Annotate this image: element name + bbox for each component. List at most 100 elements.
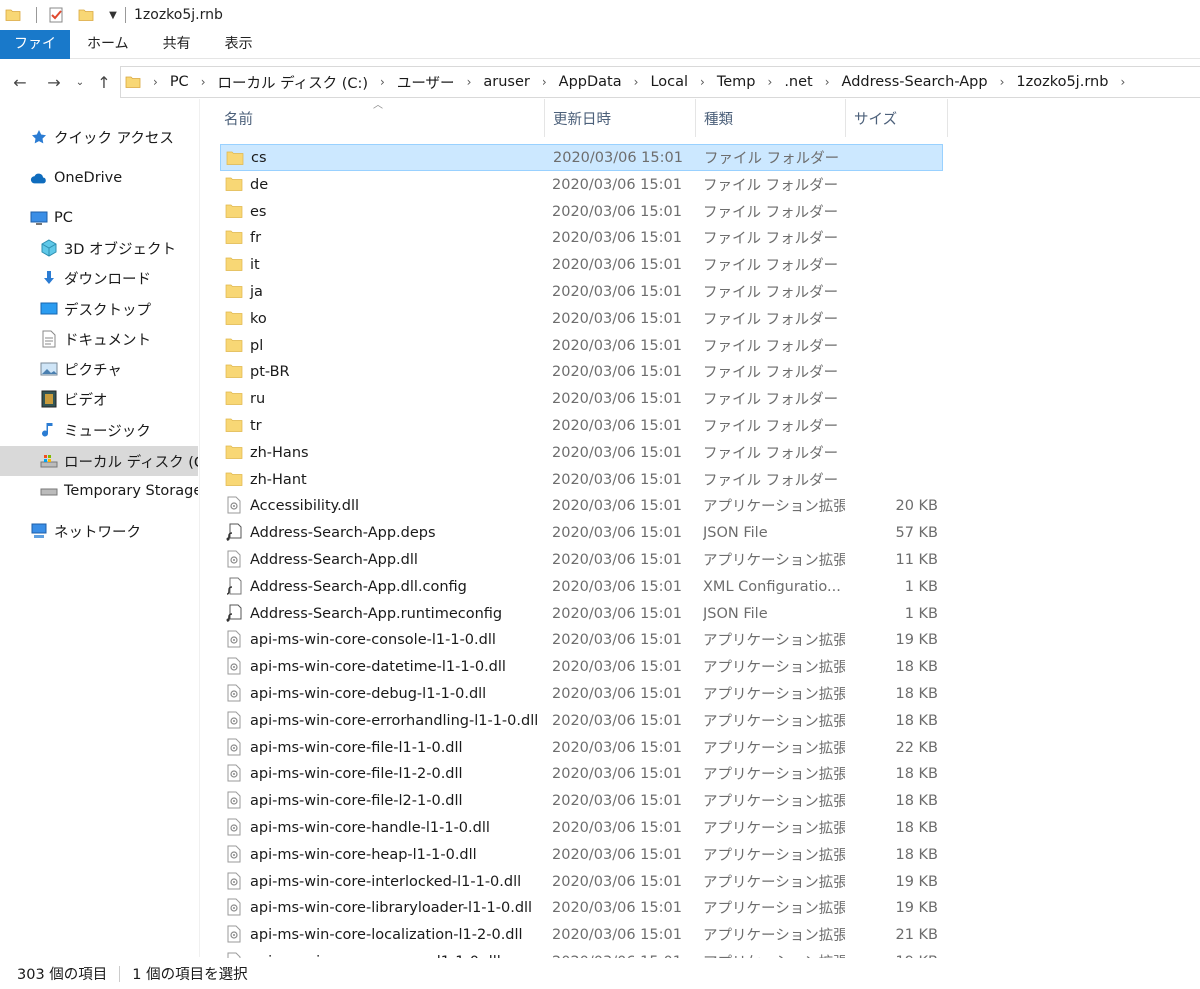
chevron-right-icon[interactable]: ›	[700, 75, 705, 89]
star-icon	[30, 128, 48, 146]
nav-item[interactable]: 3D オブジェクト	[0, 233, 198, 263]
chevron-right-icon[interactable]: ›	[380, 75, 385, 89]
file-name: zh-Hant	[250, 471, 307, 488]
file-type: アプリケーション拡張	[703, 660, 845, 676]
file-row[interactable]: api-ms-win-core-file-l1-1-0.dll 2020/03/0…	[220, 734, 943, 761]
nav-item[interactable]: PC	[0, 203, 198, 233]
up-arrow-icon[interactable]: ↑	[90, 68, 118, 96]
breadcrumb-label[interactable]: Address-Search-App	[842, 74, 988, 90]
nav-item[interactable]: ビデオ	[0, 384, 198, 414]
file-row[interactable]: ru 2020/03/06 15:01 ファイル フォルダー	[220, 385, 943, 412]
tab-home[interactable]: ホーム	[70, 30, 146, 59]
file-row[interactable]: de 2020/03/06 15:01 ファイル フォルダー	[220, 171, 943, 198]
customize-caret-icon[interactable]: ▼	[105, 10, 121, 21]
file-row[interactable]: api-ms-win-core-console-l1-1-0.dll 2020/0…	[220, 626, 943, 653]
nav-item[interactable]: ネットワーク	[0, 516, 198, 546]
file-row[interactable]: pt-BR 2020/03/06 15:01 ファイル フォルダー	[220, 358, 943, 385]
file-row[interactable]: ko 2020/03/06 15:01 ファイル フォルダー	[220, 305, 943, 332]
download-icon	[40, 269, 58, 287]
file-row[interactable]: pl 2020/03/06 15:01 ファイル フォルダー	[220, 332, 943, 359]
chevron-right-icon[interactable]: ›	[467, 75, 472, 89]
file-row[interactable]: ja 2020/03/06 15:01 ファイル フォルダー	[220, 278, 943, 305]
file-row[interactable]: api-ms-win-core-debug-l1-1-0.dll 2020/03/…	[220, 680, 943, 707]
nav-item[interactable]: デスクトップ	[0, 294, 198, 324]
nav-item[interactable]: クイック アクセス	[0, 122, 198, 152]
file-row[interactable]: es 2020/03/06 15:01 ファイル フォルダー	[220, 198, 943, 225]
nav-item[interactable]: ピクチャ	[0, 354, 198, 384]
file-row[interactable]: it 2020/03/06 15:01 ファイル フォルダー	[220, 251, 943, 278]
file-name: ru	[250, 390, 266, 407]
nav-item[interactable]: OneDrive	[0, 163, 198, 193]
file-row[interactable]: Address-Search-App.dll 2020/03/06 15:01 アプ…	[220, 546, 943, 573]
nav-item[interactable]: ドキュメント	[0, 324, 198, 354]
forward-arrow-icon[interactable]: →	[40, 68, 68, 96]
file-row[interactable]: api-ms-win-core-heap-l1-1-0.dll 2020/03/0…	[220, 841, 943, 868]
chevron-right-icon[interactable]: ›	[1120, 75, 1125, 89]
breadcrumb-label[interactable]: 1zozko5j.rnb	[1016, 74, 1108, 90]
file-modified-date: 2020/03/06 15:01	[552, 337, 682, 354]
file-modified-date: 2020/03/06 15:01	[552, 283, 682, 300]
chevron-right-icon[interactable]: ›	[201, 75, 206, 89]
file-row[interactable]: Address-Search-App.deps 2020/03/06 15:01 J…	[220, 519, 943, 546]
new-folder-icon[interactable]	[75, 4, 97, 26]
file-row[interactable]: api-ms-win-core-errorhandling-l1-1-0.dll…	[220, 707, 943, 734]
chevron-right-icon[interactable]: ›	[542, 75, 547, 89]
address-bar[interactable]: › PC › ローカル ディスク (C:) › ユーザー › aruser › AppData › L…	[120, 66, 1200, 98]
nav-item[interactable]: ミュージック	[0, 415, 198, 445]
file-row[interactable]: tr 2020/03/06 15:01 ファイル フォルダー	[220, 412, 943, 439]
properties-check-icon[interactable]	[45, 4, 67, 26]
file-row[interactable]: api-ms-win-core-memory-l1-1-0.dll2020/03…	[220, 948, 943, 958]
ribbon-tabs: ファイル ホーム 共有 表示	[0, 30, 1200, 81]
nav-item[interactable]: ローカル ディスク (C:)	[0, 446, 198, 476]
chevron-right-icon[interactable]: ›	[1000, 75, 1005, 89]
file-row[interactable]: Accessibility.dll 2020/03/06 15:01 アプリケーショ…	[220, 492, 943, 519]
tab-file[interactable]: ファイル	[0, 30, 70, 81]
back-arrow-icon[interactable]: ←	[6, 68, 34, 96]
breadcrumb-label[interactable]: aruser	[483, 74, 529, 90]
file-row[interactable]: api-ms-win-core-file-l2-1-0.dll 2020/03/0…	[220, 787, 943, 814]
chevron-right-icon[interactable]: ›	[634, 75, 639, 89]
recent-locations-chevron-icon[interactable]: ⌄	[72, 68, 88, 96]
column-header-modified[interactable]: 更新日時	[545, 99, 696, 137]
file-row[interactable]: Address-Search-App.dll.config 2020/03/06 …	[220, 573, 943, 600]
nav-item[interactable]: Temporary Storage (	[0, 476, 198, 506]
column-header-type[interactable]: 種類	[696, 99, 846, 137]
dll-file-icon	[225, 496, 243, 514]
file-row[interactable]: api-ms-win-core-interlocked-l1-1-0.dll 20…	[220, 868, 943, 895]
tab-view[interactable]: 表示	[208, 30, 270, 59]
tab-share[interactable]: 共有	[146, 30, 208, 59]
dll-file-icon	[225, 872, 243, 890]
breadcrumb-label[interactable]: ローカル ディスク (C:)	[218, 72, 369, 93]
column-header-name[interactable]: 名前	[216, 99, 545, 137]
breadcrumb-label[interactable]: Local	[650, 74, 688, 90]
file-name: de	[250, 176, 269, 193]
file-type: アプリケーション拡張	[703, 714, 845, 730]
dll-file-icon	[225, 630, 243, 648]
file-row[interactable]: api-ms-win-core-handle-l1-1-0.dll 2020/03…	[220, 814, 943, 841]
chevron-right-icon[interactable]: ›	[768, 75, 773, 89]
file-row[interactable]: api-ms-win-core-libraryloader-l1-1-0.dll…	[220, 894, 943, 921]
file-row[interactable]: fr 2020/03/06 15:01 ファイル フォルダー	[220, 224, 943, 251]
nav-item[interactable]: ダウンロード	[0, 263, 198, 293]
file-row[interactable]: api-ms-win-core-datetime-l1-1-0.dll 2020/…	[220, 653, 943, 680]
nav-item-label: ダウンロード	[64, 271, 151, 288]
file-row[interactable]: cs 2020/03/06 15:01 ファイル フォルダー	[220, 144, 943, 171]
removable-drive-icon	[40, 482, 58, 500]
breadcrumb-label[interactable]: ユーザー	[397, 72, 455, 93]
file-type: ファイル フォルダー	[703, 446, 839, 462]
breadcrumb-label[interactable]: AppData	[559, 74, 622, 90]
column-header-size[interactable]: サイズ	[846, 99, 948, 137]
file-row[interactable]: api-ms-win-core-localization-l1-2-0.dll 2…	[220, 921, 943, 948]
file-row[interactable]: zh-Hans 2020/03/06 15:01 ファイル フォルダー	[220, 439, 943, 466]
dll-file-icon	[225, 925, 243, 943]
chevron-right-icon[interactable]: ›	[825, 75, 830, 89]
file-row[interactable]: Address-Search-App.runtimeconfig 2020/03/…	[220, 600, 943, 627]
breadcrumb-label[interactable]: .net	[784, 74, 812, 90]
file-row[interactable]: zh-Hant 2020/03/06 15:01 ファイル フォルダー	[220, 466, 943, 493]
breadcrumb-item: › Temp	[688, 67, 755, 97]
file-modified-date: 2020/03/06 15:01	[552, 712, 682, 729]
breadcrumb-label[interactable]: Temp	[717, 74, 756, 90]
file-row[interactable]: api-ms-win-core-file-l1-2-0.dll 2020/03/0…	[220, 760, 943, 787]
breadcrumb-label[interactable]: PC	[170, 74, 189, 90]
chevron-right-icon[interactable]: ›	[153, 75, 158, 89]
